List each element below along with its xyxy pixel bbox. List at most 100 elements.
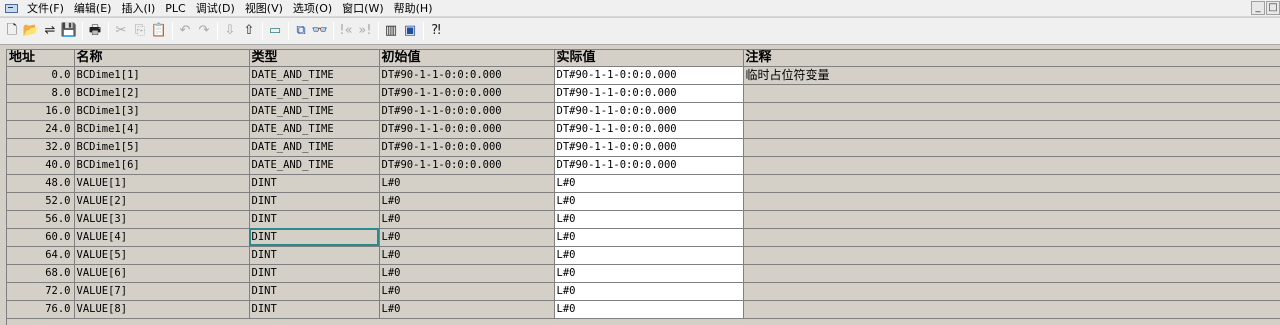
cell-comment[interactable] — [743, 84, 1280, 103]
menu-item-1[interactable]: 编辑(E) — [69, 0, 117, 17]
column-header-address[interactable]: 地址 — [7, 50, 75, 67]
cell-type[interactable]: DINT — [249, 300, 380, 319]
cell-initial-value[interactable]: L#0 — [379, 246, 555, 265]
table-row[interactable]: 48.0 VALUE[1] DINT L#0 L#0 — [7, 174, 1280, 193]
cell-type[interactable]: DINT — [249, 174, 380, 193]
cell-comment[interactable] — [743, 174, 1280, 193]
cell-address[interactable]: 52.0 — [7, 192, 75, 211]
table-row[interactable]: 56.0 VALUE[3] DINT L#0 L#0 — [7, 210, 1280, 229]
table-row[interactable]: 16.0 BCDime1[3] DATE_AND_TIME DT#90-1-1-0:0… — [7, 102, 1280, 121]
cell-name[interactable]: BCDime1[3] — [74, 102, 250, 121]
paste-button[interactable]: 📋 — [150, 21, 168, 41]
copy-button[interactable]: ⎘ — [131, 21, 149, 41]
cell-type[interactable]: DATE_AND_TIME — [249, 102, 380, 121]
network-button[interactable]: ⧉ — [292, 21, 310, 41]
cell-address[interactable]: 72.0 — [7, 282, 75, 301]
cell-comment[interactable] — [743, 192, 1280, 211]
table-row[interactable]: 8.0 BCDime1[2] DATE_AND_TIME DT#90-1-1-0:0:… — [7, 84, 1280, 103]
column-header-name[interactable]: 名称 — [74, 50, 250, 67]
cell-initial-value[interactable]: L#0 — [379, 282, 555, 301]
cell-address[interactable]: 76.0 — [7, 300, 75, 319]
cell-type[interactable]: DATE_AND_TIME — [249, 120, 380, 139]
menu-item-4[interactable]: 调试(D) — [191, 0, 240, 17]
cell-comment[interactable] — [743, 210, 1280, 229]
new-button[interactable]: 🗋 — [3, 21, 21, 41]
cell-actual-value[interactable]: L#0 — [554, 210, 744, 229]
cell-comment[interactable] — [743, 282, 1280, 301]
cell-name[interactable]: VALUE[4] — [74, 228, 250, 247]
cell-actual-value[interactable]: L#0 — [554, 246, 744, 265]
cell-initial-value[interactable]: DT#90-1-1-0:0:0.000 — [379, 120, 555, 139]
cell-comment[interactable] — [743, 300, 1280, 319]
cell-actual-value[interactable]: L#0 — [554, 228, 744, 247]
cell-type[interactable]: DINT — [249, 228, 380, 247]
table-row[interactable]: 76.0 VALUE[8] DINT L#0 L#0 — [7, 300, 1280, 319]
cell-actual-value[interactable]: DT#90-1-1-0:0:0.000 — [554, 102, 744, 121]
cell-actual-value[interactable]: DT#90-1-1-0:0:0.000 — [554, 66, 744, 85]
window-button[interactable]: ▣ — [401, 21, 419, 41]
print-button[interactable]: 🖶 — [86, 21, 104, 41]
menu-item-6[interactable]: 选项(O) — [288, 0, 337, 17]
cell-address[interactable]: 60.0 — [7, 228, 75, 247]
table-row[interactable]: 72.0 VALUE[7] DINT L#0 L#0 — [7, 282, 1280, 301]
table-row[interactable]: 32.0 BCDime1[5] DATE_AND_TIME DT#90-1-1-0:0… — [7, 138, 1280, 157]
cell-initial-value[interactable]: L#0 — [379, 300, 555, 319]
cell-comment[interactable] — [743, 246, 1280, 265]
cell-type[interactable]: DINT — [249, 264, 380, 283]
table-row[interactable]: 64.0 VALUE[5] DINT L#0 L#0 — [7, 246, 1280, 265]
cell-initial-value[interactable]: DT#90-1-1-0:0:0.000 — [379, 66, 555, 85]
table-row[interactable]: 60.0 VALUE[4] DINT L#0 L#0 — [7, 228, 1280, 247]
cell-comment[interactable] — [743, 156, 1280, 175]
cell-address[interactable]: 68.0 — [7, 264, 75, 283]
cell-address[interactable]: 0.0 — [7, 66, 75, 85]
cell-type[interactable]: DATE_AND_TIME — [249, 138, 380, 157]
cell-address[interactable]: 40.0 — [7, 156, 75, 175]
cell-address[interactable]: 16.0 — [7, 102, 75, 121]
table-row[interactable]: 0.0 BCDime1[1] DATE_AND_TIME DT#90-1-1-0:0:… — [7, 66, 1280, 85]
cell-address[interactable]: 8.0 — [7, 84, 75, 103]
cell-name[interactable]: BCDime1[5] — [74, 138, 250, 157]
cell-actual-value[interactable]: L#0 — [554, 282, 744, 301]
cut-button[interactable]: ✂ — [112, 21, 130, 41]
last-button[interactable]: »! — [356, 21, 374, 41]
menu-item-7[interactable]: 窗口(W) — [337, 0, 388, 17]
download-button[interactable]: ⇩ — [221, 21, 239, 41]
cell-type[interactable]: DATE_AND_TIME — [249, 66, 380, 85]
column-header-initial-value[interactable]: 初始值 — [379, 50, 555, 67]
cell-name[interactable]: VALUE[5] — [74, 246, 250, 265]
cell-address[interactable]: 48.0 — [7, 174, 75, 193]
cell-actual-value[interactable]: L#0 — [554, 300, 744, 319]
monitor-button[interactable]: 👓 — [311, 21, 329, 41]
cell-actual-value[interactable]: L#0 — [554, 264, 744, 283]
column-header-actual-value[interactable]: 实际值 — [554, 50, 744, 67]
cell-name[interactable]: VALUE[3] — [74, 210, 250, 229]
cell-comment[interactable] — [743, 264, 1280, 283]
cell-type[interactable]: DINT — [249, 246, 380, 265]
cell-comment[interactable] — [743, 138, 1280, 157]
cell-address[interactable]: 56.0 — [7, 210, 75, 229]
cell-actual-value[interactable]: DT#90-1-1-0:0:0.000 — [554, 120, 744, 139]
table-row[interactable]: 40.0 BCDime1[6] DATE_AND_TIME DT#90-1-1-0:0… — [7, 156, 1280, 175]
cell-initial-value[interactable]: L#0 — [379, 228, 555, 247]
menu-item-5[interactable]: 视图(V) — [240, 0, 288, 17]
table-row[interactable]: 24.0 BCDime1[4] DATE_AND_TIME DT#90-1-1-0:0… — [7, 120, 1280, 139]
cell-actual-value[interactable]: DT#90-1-1-0:0:0.000 — [554, 138, 744, 157]
cell-address[interactable]: 24.0 — [7, 120, 75, 139]
accessible-nodes-button[interactable]: ⇌ — [41, 21, 59, 41]
table-row[interactable]: 68.0 VALUE[6] DINT L#0 L#0 — [7, 264, 1280, 283]
cell-name[interactable]: VALUE[1] — [74, 174, 250, 193]
cell-type[interactable]: DINT — [249, 192, 380, 211]
cell-name[interactable]: VALUE[2] — [74, 192, 250, 211]
menu-item-8[interactable]: 帮助(H) — [389, 0, 438, 17]
cell-comment[interactable] — [743, 120, 1280, 139]
cell-type[interactable]: DINT — [249, 210, 380, 229]
cell-initial-value[interactable]: DT#90-1-1-0:0:0.000 — [379, 84, 555, 103]
cell-initial-value[interactable]: L#0 — [379, 192, 555, 211]
cell-name[interactable]: VALUE[7] — [74, 282, 250, 301]
redo-button[interactable]: ↷ — [195, 21, 213, 41]
cell-name[interactable]: VALUE[8] — [74, 300, 250, 319]
declaration-view-button[interactable]: ▭ — [266, 21, 284, 41]
open-button[interactable]: 📂 — [22, 21, 40, 41]
undo-button[interactable]: ↶ — [176, 21, 194, 41]
cell-initial-value[interactable]: L#0 — [379, 174, 555, 193]
